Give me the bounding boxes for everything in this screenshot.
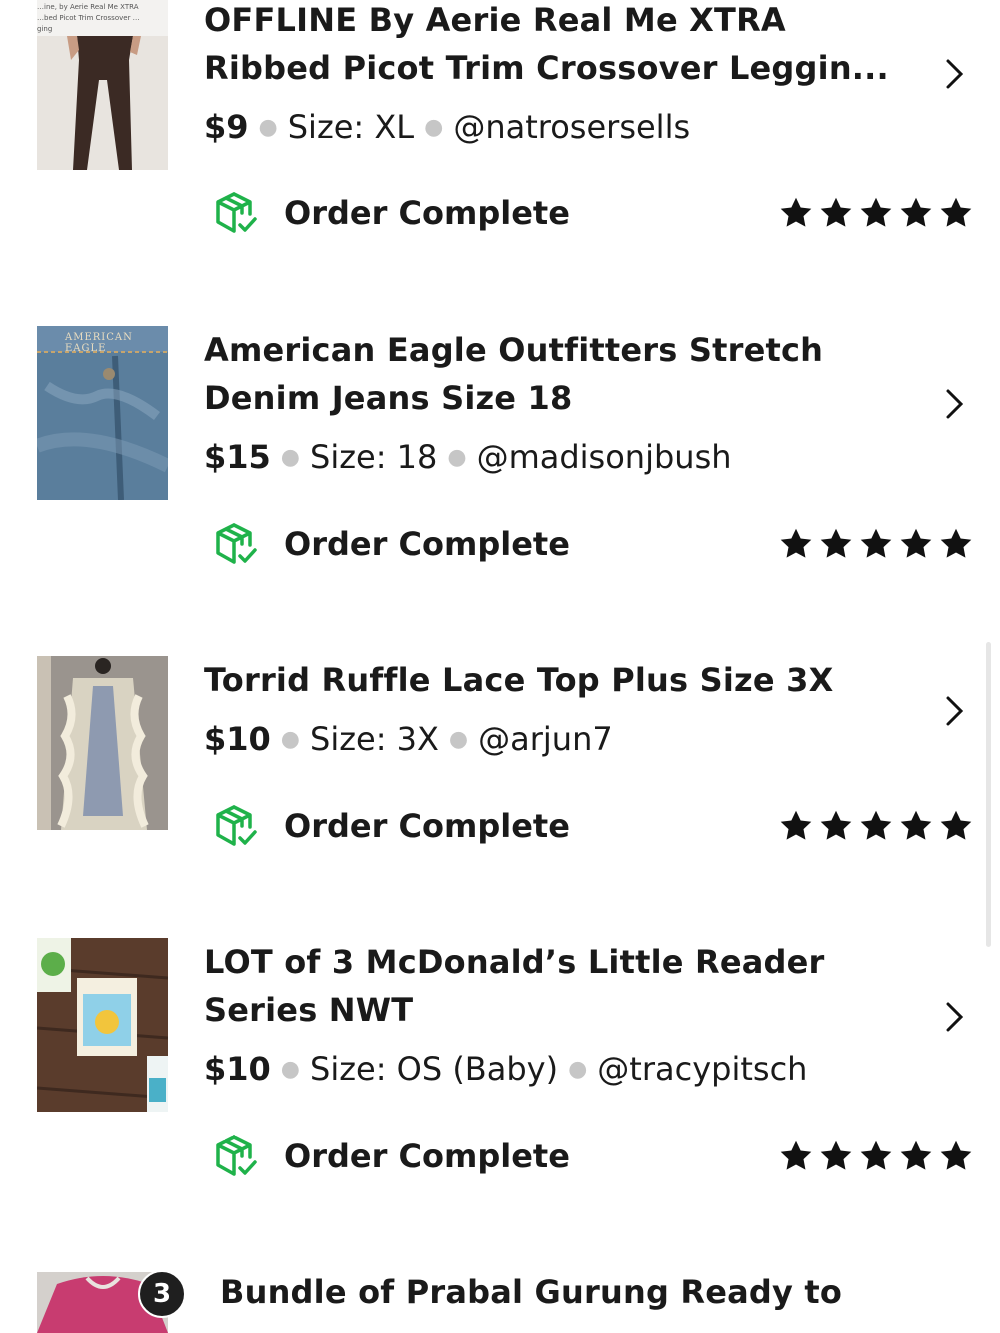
star-icon xyxy=(940,810,972,840)
star-icon xyxy=(780,528,812,558)
separator-dot: ● xyxy=(568,1057,588,1082)
order-meta: $9 ● Size: XL ● @natrosersells xyxy=(204,107,690,152)
order-status: Order Complete xyxy=(212,189,570,237)
seller-username[interactable]: @tracypitsch xyxy=(597,1050,807,1088)
size: Size: 18 xyxy=(310,438,438,476)
box-check-icon xyxy=(216,523,257,564)
thumbnail-caption: AMERICAN EAGLE xyxy=(65,332,133,354)
star-icon xyxy=(860,1140,892,1170)
product-thumbnail[interactable] xyxy=(37,656,168,830)
rating-stars xyxy=(778,195,974,235)
chevron-right-icon[interactable] xyxy=(936,999,972,1035)
star-icon xyxy=(940,1140,972,1170)
status-label: Order Complete xyxy=(284,1137,570,1175)
product-thumbnail[interactable]: AMERICAN EAGLE xyxy=(37,326,168,500)
star-icon xyxy=(820,810,852,840)
box-check-icon xyxy=(216,805,257,846)
order-status: Order Complete xyxy=(212,1132,570,1180)
product-title[interactable]: OFFLINE By Aerie Real Me XTRA Ribbed Pic… xyxy=(204,0,894,92)
status-label: Order Complete xyxy=(284,807,570,845)
status-label: Order Complete xyxy=(284,525,570,563)
star-icon xyxy=(900,197,932,227)
scrollbar[interactable] xyxy=(986,642,991,947)
star-icon xyxy=(860,528,892,558)
order-meta: $15 ● Size: 18 ● @madisonjbush xyxy=(204,437,732,482)
seller-username[interactable]: @madisonjbush xyxy=(477,438,732,476)
product-title[interactable]: LOT of 3 McDonald’s Little Reader Series… xyxy=(204,938,894,1034)
star-icon xyxy=(860,810,892,840)
star-icon xyxy=(940,528,972,558)
separator-dot: ● xyxy=(447,445,467,470)
separator-dot: ● xyxy=(424,115,444,140)
star-icon xyxy=(900,528,932,558)
separator-dot: ● xyxy=(280,1057,300,1082)
box-check-icon xyxy=(216,1135,257,1176)
star-icon xyxy=(940,197,972,227)
product-thumbnail[interactable] xyxy=(37,938,168,1112)
separator-dot: ● xyxy=(280,445,300,470)
seller-username[interactable]: @arjun7 xyxy=(478,720,613,758)
product-title[interactable]: Bundle of Prabal Gurung Ready to xyxy=(220,1268,910,1316)
rating-stars xyxy=(778,808,974,848)
chevron-right-icon[interactable] xyxy=(936,693,972,729)
star-icon xyxy=(780,810,812,840)
price: $15 xyxy=(204,438,271,476)
size: Size: XL xyxy=(287,108,415,146)
star-icon xyxy=(780,197,812,227)
star-icon xyxy=(820,197,852,227)
separator-dot: ● xyxy=(448,727,469,752)
chevron-right-icon[interactable] xyxy=(936,56,972,92)
rating-stars xyxy=(778,526,974,566)
price: $10 xyxy=(204,720,271,758)
order-meta: $10 ● Size: 3X ● @arjun7 xyxy=(204,719,613,764)
bundle-count-badge: 3 xyxy=(138,1270,186,1318)
order-status: Order Complete xyxy=(212,802,570,850)
product-thumbnail[interactable]: …ine, by Aerie Real Me XTRA …bed Picot T… xyxy=(37,0,168,170)
star-icon xyxy=(860,197,892,227)
leggings-photo xyxy=(37,36,168,170)
separator-dot: ● xyxy=(258,115,278,140)
star-icon xyxy=(780,1140,812,1170)
star-icon xyxy=(900,810,932,840)
product-title[interactable]: Torrid Ruffle Lace Top Plus Size 3X xyxy=(204,656,894,704)
star-icon xyxy=(820,528,852,558)
separator-dot: ● xyxy=(280,727,300,752)
star-icon xyxy=(820,1140,852,1170)
order-status: Order Complete xyxy=(212,520,570,568)
product-title[interactable]: American Eagle Outfitters Stretch Denim … xyxy=(204,326,894,422)
size: Size: OS (Baby) xyxy=(310,1050,559,1088)
chevron-right-icon[interactable] xyxy=(936,386,972,422)
star-icon xyxy=(900,1140,932,1170)
box-check-icon xyxy=(216,192,257,233)
books-photo xyxy=(37,938,168,1112)
size: Size: 3X xyxy=(310,720,439,758)
lace-top-photo xyxy=(37,656,168,830)
status-label: Order Complete xyxy=(284,194,570,232)
rating-stars xyxy=(778,1138,974,1178)
seller-username[interactable]: @natrosersells xyxy=(453,108,690,146)
order-meta: $10 ● Size: OS (Baby) ● @tracypitsch xyxy=(204,1049,807,1094)
price: $9 xyxy=(204,108,249,146)
price: $10 xyxy=(204,1050,271,1088)
